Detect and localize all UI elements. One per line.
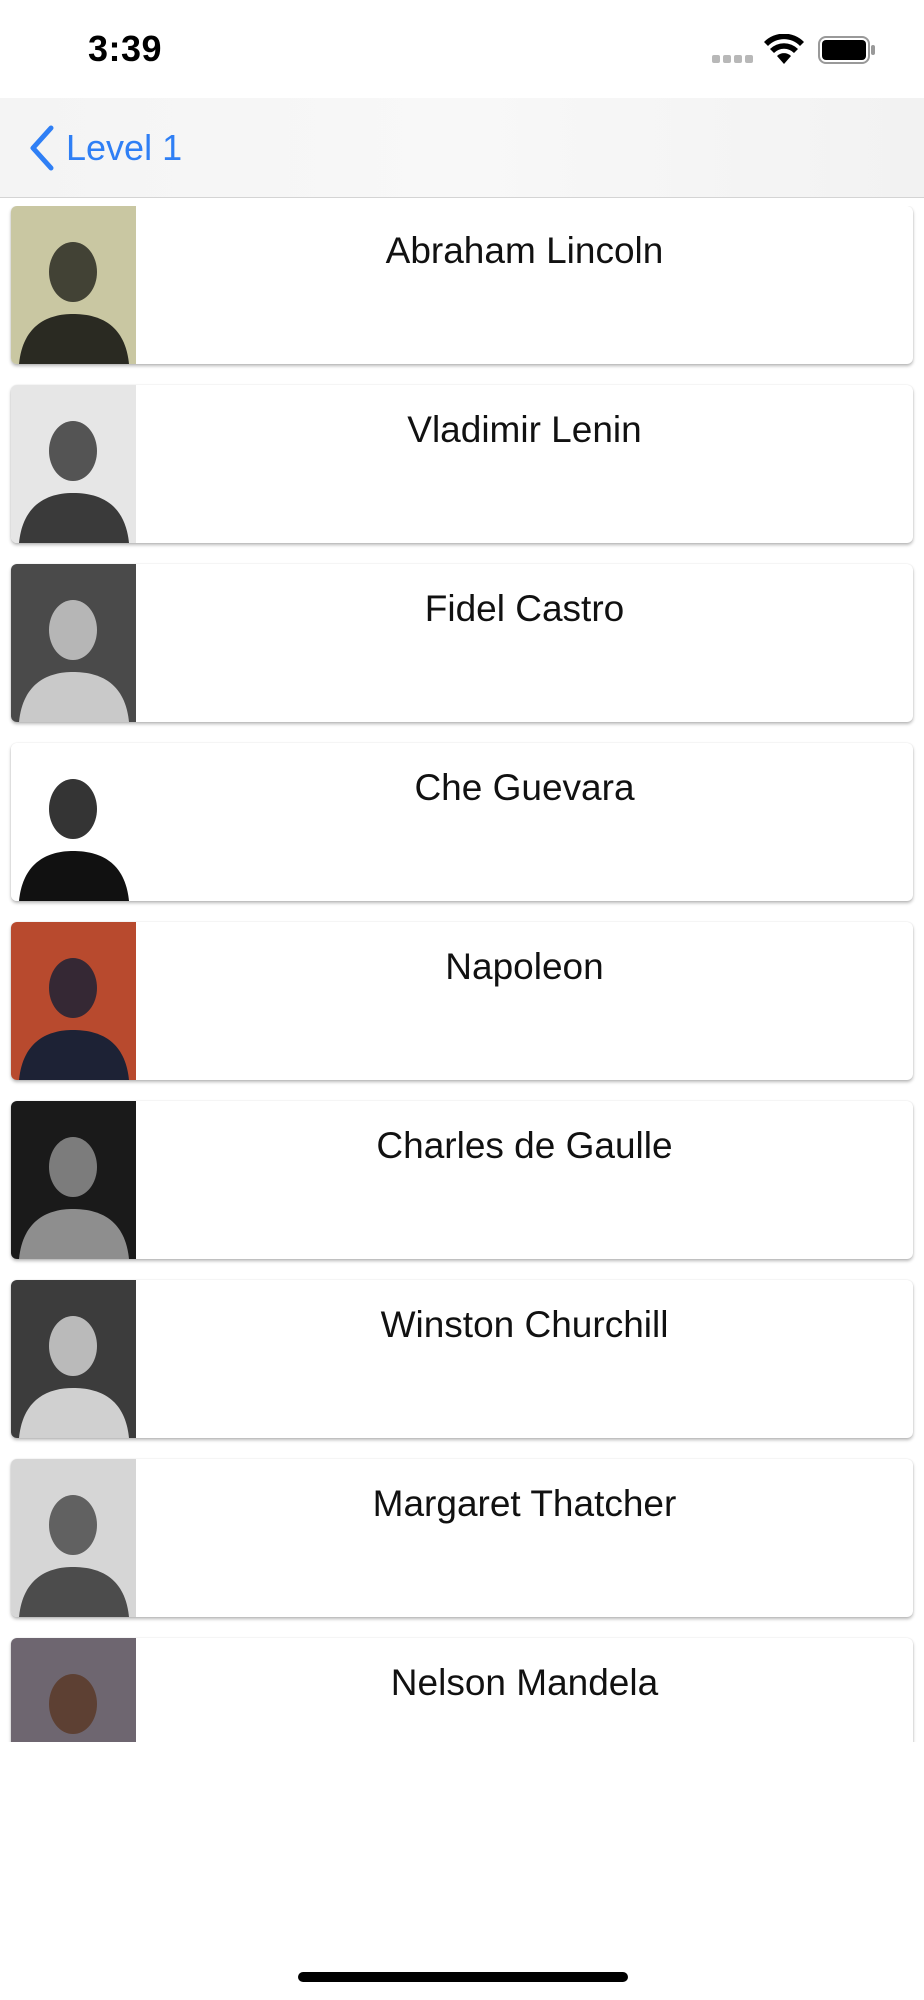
portrait-image <box>11 385 136 543</box>
list-item-margaret-thatcher[interactable]: Margaret Thatcher <box>11 1459 913 1617</box>
people-list: Abraham Lincoln Vladimir Lenin Fidel Cas… <box>0 206 924 1742</box>
list-item-fidel-castro[interactable]: Fidel Castro <box>11 564 913 722</box>
screen: 3:39 Level 1 Abraham Lincoln Vladimir Le… <box>0 0 924 2000</box>
portrait-silhouette <box>11 1101 136 1259</box>
portrait-image <box>11 1280 136 1438</box>
person-name: Che Guevara <box>414 767 635 808</box>
list-item-abraham-lincoln[interactable]: Abraham Lincoln <box>11 206 913 364</box>
portrait-silhouette <box>11 564 136 722</box>
portrait-image <box>11 1459 136 1617</box>
list-item-napoleon[interactable]: Napoleon <box>11 922 913 1080</box>
list-item-vladimir-lenin[interactable]: Vladimir Lenin <box>11 385 913 543</box>
list-item-che-guevara[interactable]: Che Guevara <box>11 743 913 901</box>
portrait-silhouette <box>11 385 136 543</box>
back-button-label: Level 1 <box>66 127 183 168</box>
portrait-silhouette <box>11 206 136 364</box>
wifi-icon <box>764 34 804 64</box>
person-name: Nelson Mandela <box>390 1662 659 1703</box>
person-name: Abraham Lincoln <box>385 230 664 271</box>
portrait-silhouette <box>11 743 136 901</box>
list-item-charles-de-gaulle[interactable]: Charles de Gaulle <box>11 1101 913 1259</box>
home-indicator <box>298 1972 628 1982</box>
person-name: Winston Churchill <box>380 1304 669 1345</box>
cellular-signal-icon <box>712 55 756 65</box>
list-item-nelson-mandela[interactable]: Nelson Mandela <box>11 1638 913 1742</box>
portrait-silhouette <box>11 1638 136 1742</box>
status-time: 3:39 <box>88 28 163 69</box>
person-name: Margaret Thatcher <box>372 1483 677 1524</box>
portrait-image <box>11 743 136 901</box>
list-item-winston-churchill[interactable]: Winston Churchill <box>11 1280 913 1438</box>
person-name: Napoleon <box>445 946 604 987</box>
portrait-image <box>11 206 136 364</box>
navigation-bar: Level 1 <box>0 98 924 198</box>
battery-icon <box>818 36 875 64</box>
person-name: Charles de Gaulle <box>376 1125 673 1166</box>
portrait-image <box>11 564 136 722</box>
person-name: Fidel Castro <box>424 588 625 629</box>
portrait-image <box>11 1638 136 1742</box>
portrait-image <box>11 922 136 1080</box>
portrait-silhouette <box>11 922 136 1080</box>
portrait-silhouette <box>11 1459 136 1617</box>
chevron-left-icon <box>30 125 54 171</box>
portrait-silhouette <box>11 1280 136 1438</box>
status-bar: 3:39 <box>0 0 924 98</box>
back-button[interactable]: Level 1 <box>26 120 182 176</box>
portrait-image <box>11 1101 136 1259</box>
person-name: Vladimir Lenin <box>407 409 642 450</box>
